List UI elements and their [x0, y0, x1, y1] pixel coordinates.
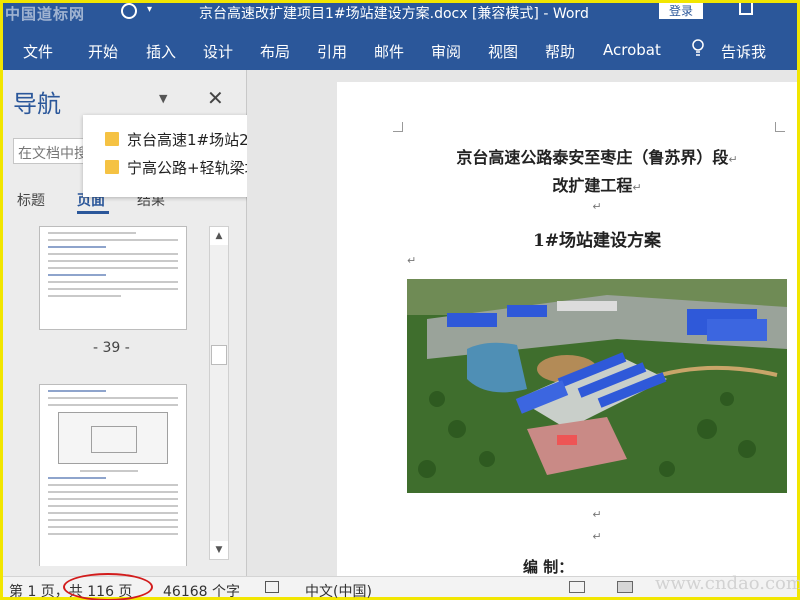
document-title: 京台高速改扩建项目1#场站建设方案.docx [兼容模式] - Word: [199, 6, 589, 22]
paragraph-mark: ↵: [592, 200, 602, 213]
margin-corner-mark: [775, 122, 785, 132]
editor-label: 编 制：: [523, 558, 574, 576]
ribbon-tabs: 文件 开始 插入 设计 布局 引用 邮件 审阅 视图 帮助 Acrobat 告诉…: [3, 25, 797, 70]
tab-insert[interactable]: 插入: [146, 41, 176, 62]
save-icon[interactable]: [121, 3, 137, 19]
chevron-down-icon[interactable]: ▼: [159, 92, 167, 105]
paragraph-mark: ↵: [592, 530, 602, 543]
annotation-circle: [63, 573, 153, 600]
tab-home[interactable]: 开始: [88, 41, 118, 62]
watermark-bottom-right: www.cndao.com: [655, 573, 800, 594]
tab-review[interactable]: 审阅: [431, 41, 461, 62]
tab-mailings[interactable]: 邮件: [374, 41, 404, 62]
page-thumbnail[interactable]: [39, 226, 187, 330]
print-layout-icon[interactable]: [617, 581, 633, 593]
page-thumbnail[interactable]: [39, 384, 187, 566]
word-count-status[interactable]: 46168 个字: [163, 581, 240, 600]
quick-access-dropdown-icon[interactable]: ▾: [147, 4, 152, 15]
proofing-icon[interactable]: [265, 581, 279, 593]
document-canvas[interactable]: 京台高速公路泰安至枣庄（鲁苏界）段↵ 改扩建工程↵ ↵ 1#场站建设方案 ↵ ↵…: [247, 70, 797, 576]
active-tab-indicator: [77, 211, 109, 214]
tab-acrobat[interactable]: Acrobat: [603, 41, 661, 59]
tab-references[interactable]: 引用: [317, 41, 347, 62]
nav-tab-headings[interactable]: 标题: [17, 190, 45, 210]
folder-icon: [105, 132, 119, 146]
paragraph-mark: ↵: [592, 508, 602, 521]
close-icon[interactable]: ✕: [207, 86, 224, 110]
page-thumbnails: - 39 -: [33, 226, 203, 566]
scroll-down-icon[interactable]: ▼: [210, 541, 228, 559]
tell-me-search[interactable]: 告诉我: [721, 41, 766, 62]
document-page[interactable]: 京台高速公路泰安至枣庄（鲁苏界）段↵ 改扩建工程↵ ↵ 1#场站建设方案 ↵ ↵…: [337, 82, 797, 576]
ribbon-display-icon[interactable]: [739, 3, 753, 15]
sign-in-button[interactable]: 登录: [659, 3, 703, 19]
scroll-thumb[interactable]: [211, 345, 227, 365]
tab-file[interactable]: 文件: [23, 41, 53, 62]
tab-design[interactable]: 设计: [203, 41, 233, 62]
scroll-up-icon[interactable]: ▲: [210, 227, 228, 245]
title-bar: 中国道标网 ▾ 京台高速改扩建项目1#场站建设方案.docx [兼容模式] - …: [3, 3, 797, 25]
thumbnail-scrollbar[interactable]: ▲ ▼: [209, 226, 229, 560]
read-mode-icon[interactable]: [569, 581, 585, 593]
margin-corner-mark: [393, 122, 403, 132]
language-status[interactable]: 中文(中国): [305, 581, 372, 600]
thumbnail-figure: [58, 412, 168, 464]
tab-layout[interactable]: 布局: [260, 41, 290, 62]
site-rendering-image[interactable]: [407, 279, 787, 493]
folder-icon: [105, 160, 119, 174]
document-heading: 1#场站建设方案: [532, 231, 662, 251]
tab-help[interactable]: 帮助: [545, 41, 575, 62]
tab-view[interactable]: 视图: [488, 41, 518, 62]
navigation-title: 导航: [13, 90, 61, 118]
lightbulb-icon: [692, 39, 704, 56]
document-title-line-1: 京台高速公路泰安至枣庄（鲁苏界）段↵: [456, 148, 738, 167]
paragraph-mark: ↵: [407, 254, 417, 267]
document-title-line-2: 改扩建工程↵: [552, 176, 642, 195]
page-number-label: - 39 -: [93, 340, 130, 356]
watermark-top-left: 中国道标网: [5, 5, 86, 23]
